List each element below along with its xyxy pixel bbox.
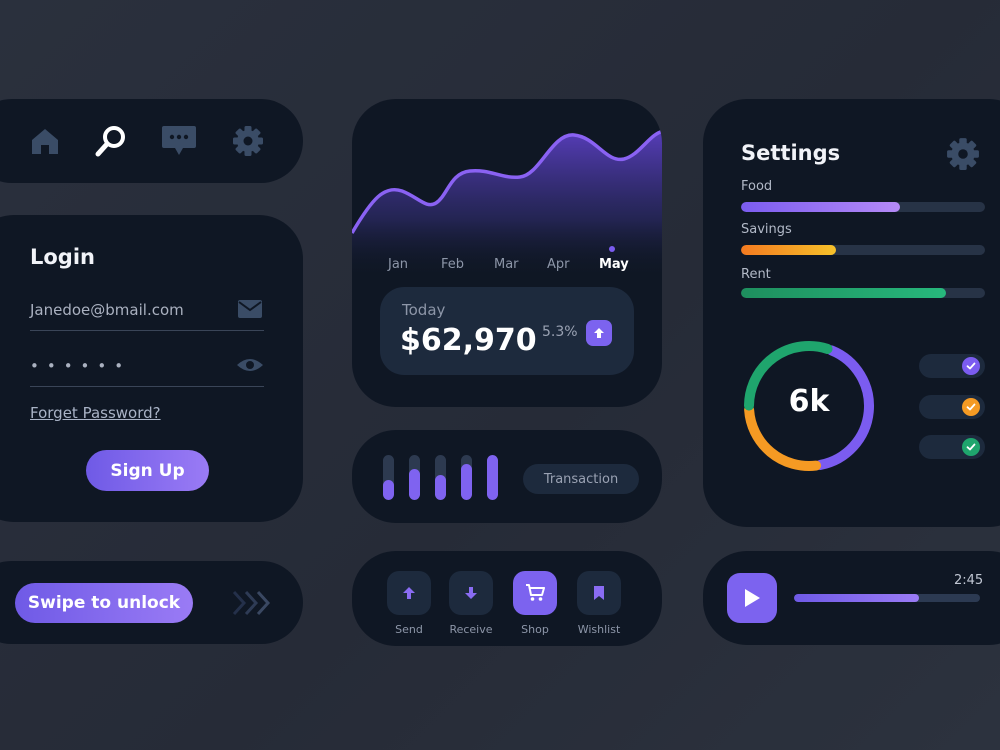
check-icon xyxy=(962,438,980,456)
settings-card: Settings Food Savings Rent 6k xyxy=(703,99,1000,527)
budget-fill xyxy=(741,288,946,298)
budget-bar-savings xyxy=(741,245,985,255)
check-icon xyxy=(962,398,980,416)
play-button[interactable] xyxy=(727,573,777,623)
media-player-card: 2:45 xyxy=(703,551,1000,645)
nav-card xyxy=(0,99,303,183)
action-shop[interactable]: Shop xyxy=(513,571,557,636)
month-label: Feb xyxy=(441,257,465,272)
wishlist-button[interactable] xyxy=(577,571,621,615)
transaction-bar xyxy=(487,455,498,500)
budget-label-rent: Rent xyxy=(741,267,771,282)
arrow-up-icon[interactable] xyxy=(586,320,612,346)
progress-fill xyxy=(794,594,919,602)
today-summary: Today $62,970 5.3% xyxy=(380,287,634,375)
login-title: Login xyxy=(30,245,95,269)
settings-title: Settings xyxy=(741,141,841,165)
login-card: Login Janedoe@bmail.com •••••• Forget Pa… xyxy=(0,215,303,522)
gear-icon[interactable] xyxy=(228,121,268,161)
gear-icon[interactable] xyxy=(946,137,980,171)
sign-up-button[interactable]: Sign Up xyxy=(86,450,209,491)
action-wishlist[interactable]: Wishlist xyxy=(577,571,621,636)
transactions-card: Transaction xyxy=(352,430,662,523)
month-label-active[interactable]: May xyxy=(599,257,629,272)
check-icon xyxy=(962,357,980,375)
action-send[interactable]: Send xyxy=(387,571,431,636)
today-change: 5.3% xyxy=(542,324,578,340)
budget-fill xyxy=(741,245,837,255)
action-receive[interactable]: Receive xyxy=(449,571,493,636)
forgot-password-link[interactable]: Forget Password? xyxy=(30,404,161,422)
balance-area-chart xyxy=(352,129,662,279)
active-month-dot xyxy=(609,246,615,252)
eye-icon[interactable] xyxy=(236,353,264,377)
today-label: Today xyxy=(402,301,446,319)
send-button[interactable] xyxy=(387,571,431,615)
transaction-button[interactable]: Transaction xyxy=(523,464,639,494)
transaction-bar-fill xyxy=(461,464,472,500)
arrow-down-icon xyxy=(465,587,477,599)
transaction-bar xyxy=(383,455,394,500)
shop-button[interactable] xyxy=(513,571,557,615)
email-value: Janedoe@bmail.com xyxy=(30,301,184,319)
arrow-up-icon xyxy=(403,587,415,599)
toggle-orange[interactable] xyxy=(919,395,985,419)
quick-actions-card: Send Receive Shop Wishlist xyxy=(352,551,662,646)
password-field[interactable]: •••••• xyxy=(30,351,264,387)
budget-bar-food xyxy=(741,202,985,212)
search-icon[interactable] xyxy=(91,121,131,161)
toggle-green[interactable] xyxy=(919,435,985,459)
progress-track[interactable] xyxy=(794,594,980,602)
email-field[interactable]: Janedoe@bmail.com xyxy=(30,295,264,331)
home-icon[interactable] xyxy=(25,121,65,161)
donut-value: 6k xyxy=(788,384,830,419)
budget-bar-rent xyxy=(741,288,985,298)
today-value: $62,970 xyxy=(400,323,537,358)
swipe-to-unlock-button[interactable]: Swipe to unlock xyxy=(15,583,193,623)
transaction-bar xyxy=(409,455,420,500)
password-value: •••••• xyxy=(30,357,132,375)
transaction-bar-fill xyxy=(487,455,498,500)
transaction-bar xyxy=(461,455,472,500)
player-time: 2:45 xyxy=(954,573,984,588)
chevrons-right-icon xyxy=(232,590,271,616)
transaction-bar-fill xyxy=(435,475,446,500)
budget-fill xyxy=(741,202,900,212)
swipe-card: Swipe to unlock xyxy=(0,561,303,644)
chat-icon[interactable] xyxy=(159,121,199,161)
toggle-purple[interactable] xyxy=(919,354,985,378)
mail-icon xyxy=(236,297,264,321)
balance-chart-card: Jan Feb Mar Apr May Today $62,970 5.3% xyxy=(352,99,662,407)
bookmark-icon xyxy=(594,586,604,600)
budget-label-savings: Savings xyxy=(741,222,792,237)
budget-label-food: Food xyxy=(741,179,773,194)
receive-button[interactable] xyxy=(449,571,493,615)
transaction-bar xyxy=(435,455,446,500)
month-label: Mar xyxy=(494,257,519,272)
play-icon xyxy=(745,589,760,607)
cart-icon xyxy=(526,584,545,601)
transaction-bar-fill xyxy=(383,479,394,500)
month-label: Jan xyxy=(388,257,409,272)
month-label: Apr xyxy=(547,257,570,272)
transaction-bar-fill xyxy=(409,468,420,500)
action-label: Wishlist xyxy=(577,623,621,636)
